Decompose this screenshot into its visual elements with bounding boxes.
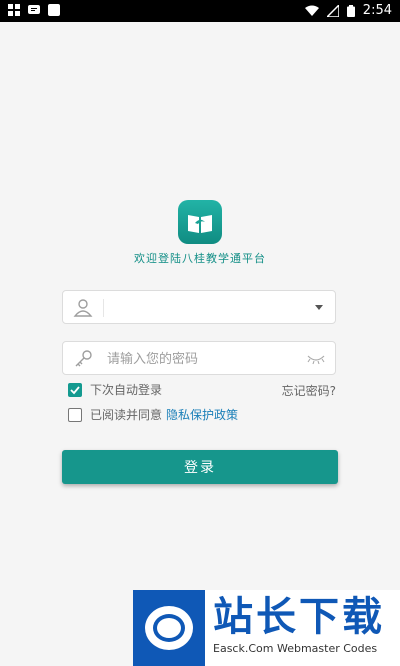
watermark-logo-mark (153, 614, 185, 642)
field-divider (103, 299, 104, 317)
agree-row[interactable]: 已阅读并同意 隐私保护政策 (68, 406, 238, 423)
watermark: 站长下载 Easck.Com Webmaster Codes (133, 590, 400, 666)
signal-icon (326, 4, 339, 17)
status-time: 2:54 (362, 3, 392, 18)
battery-icon (346, 4, 355, 17)
app-notification-icon (8, 4, 20, 16)
status-bar: 2:54 (0, 0, 400, 22)
wifi-icon (304, 5, 319, 16)
username-field[interactable] (62, 290, 336, 324)
user-icon (73, 299, 93, 317)
eye-closed-icon[interactable] (307, 353, 325, 365)
app-logo (178, 200, 222, 244)
login-button[interactable]: 登录 (62, 450, 338, 484)
key-icon (75, 350, 92, 367)
watermark-logo (133, 590, 205, 666)
message-icon (28, 5, 40, 14)
remember-row[interactable]: 下次自动登录 (68, 381, 162, 398)
agree-label: 已阅读并同意 (90, 408, 163, 422)
status-right: 2:54 (304, 3, 392, 18)
remember-checkbox[interactable] (68, 382, 82, 397)
chevron-down-icon[interactable] (315, 305, 323, 310)
checkmark-icon (70, 385, 80, 394)
password-input[interactable] (105, 342, 299, 376)
watermark-title: 站长下载 (213, 594, 385, 640)
square-icon (48, 4, 60, 16)
book-icon (188, 215, 212, 233)
remember-label: 下次自动登录 (90, 383, 163, 397)
privacy-policy-link[interactable]: 隐私保护政策 (166, 406, 238, 423)
status-left-icons (8, 4, 60, 16)
welcome-text: 欢迎登陆八桂教学通平台 (134, 252, 266, 265)
forgot-password-link[interactable]: 忘记密码? (282, 382, 336, 399)
password-field[interactable] (62, 341, 336, 376)
agree-checkbox[interactable] (68, 407, 82, 422)
watermark-subtitle: Easck.Com Webmaster Codes (213, 642, 378, 655)
